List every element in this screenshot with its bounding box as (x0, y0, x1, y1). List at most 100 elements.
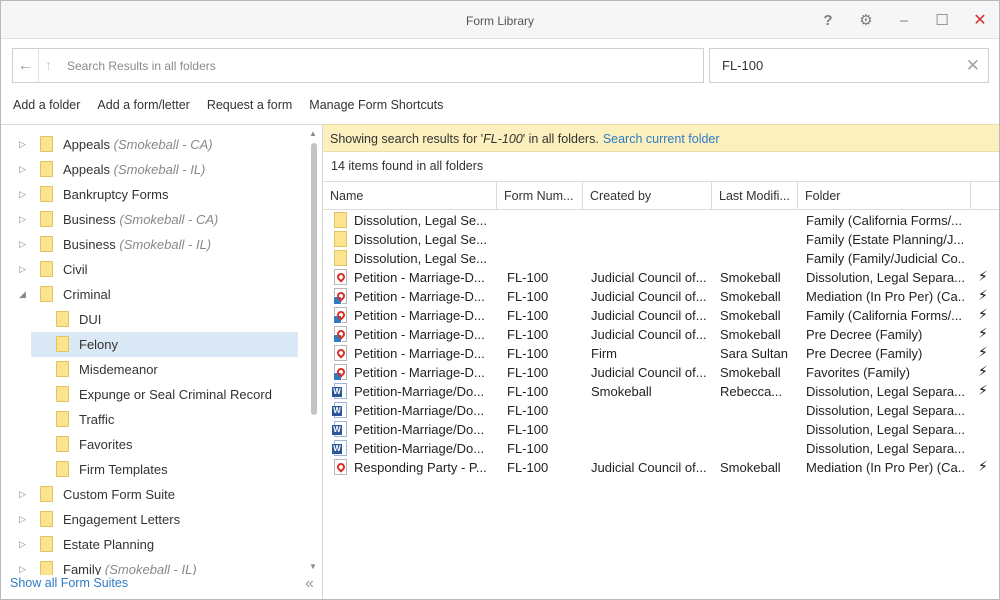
results-grid-header: Name Form Num... Created by Last Modifi.… (323, 181, 999, 210)
tree-scroll-down-icon[interactable]: ▼ (309, 562, 317, 571)
tree-item[interactable]: ▷ Bankruptcy Forms (1, 182, 301, 207)
window-title: Form Library (465, 14, 534, 28)
help-icon[interactable]: ? (815, 7, 841, 33)
column-header-created-by[interactable]: Created by (583, 182, 712, 209)
result-form-number: FL-100 (507, 365, 549, 380)
table-row[interactable]: Petition-Marriage/Do... FL-100 Smokeball Re… (323, 382, 999, 401)
result-name: Petition - Marriage-D... (354, 365, 485, 380)
search-current-folder-link[interactable]: Search current folder (603, 132, 720, 146)
result-name: Petition-Marriage/Do... (354, 384, 485, 399)
tree-item[interactable]: Favorites (1, 432, 301, 457)
expand-arrow-icon[interactable]: ▷ (19, 564, 29, 574)
tree-item-label: DUI (79, 312, 101, 327)
table-row[interactable]: Petition - Marriage-D... FL-100 Judicial C… (323, 306, 999, 325)
column-header-last-modified[interactable]: Last Modifi... (712, 182, 798, 209)
expand-arrow-icon[interactable]: ▷ (19, 539, 29, 549)
close-icon[interactable]: ✕ (967, 7, 993, 33)
maximize-icon[interactable]: ☐ (929, 7, 955, 33)
table-row[interactable]: Petition - Marriage-D... FL-100 Judicial C… (323, 287, 999, 306)
table-row[interactable]: Petition - Marriage-D... FL-100 Judicial C… (323, 268, 999, 287)
pdf-shortcut-icon (333, 364, 347, 381)
tree-item[interactable]: Misdemeanor (1, 357, 301, 382)
show-all-form-suites-link[interactable]: Show all Form Suites (10, 576, 128, 590)
expand-arrow-icon[interactable]: ▷ (19, 189, 29, 199)
folder-icon (40, 186, 53, 202)
lightning-shortcut-icon[interactable]: ⚡ (978, 306, 988, 323)
table-row[interactable]: Dissolution, Legal Se... Family (Estate P… (323, 230, 999, 249)
folder-icon (56, 461, 69, 477)
tree-item[interactable]: Traffic (1, 407, 301, 432)
tree-item[interactable]: ▷ Family (Smokeball - IL) (1, 557, 301, 575)
table-row[interactable]: Petition - Marriage-D... FL-100 Judicial C… (323, 363, 999, 382)
table-row[interactable]: Dissolution, Legal Se... Family (Family/J… (323, 249, 999, 268)
manage-form-shortcuts-button[interactable]: Manage Form Shortcuts (309, 98, 443, 116)
table-row[interactable]: Petition - Marriage-D... FL-100 Judicial C… (323, 325, 999, 344)
result-form-number: FL-100 (507, 270, 549, 285)
tree-item-label: Business (Smokeball - IL) (63, 237, 211, 252)
tree-item[interactable]: ▷ Business (Smokeball - CA) (1, 207, 301, 232)
add-folder-button[interactable]: Add a folder (13, 98, 80, 116)
tree-footer: Show all Form Suites « (1, 574, 322, 599)
expand-arrow-icon[interactable]: ▷ (19, 239, 29, 249)
table-row[interactable]: Petition-Marriage/Do... FL-100 Dissolution… (323, 401, 999, 420)
folder-icon (40, 161, 53, 177)
collapse-arrow-icon[interactable]: ◢ (19, 289, 29, 299)
form-number-search-input[interactable] (720, 49, 960, 82)
tree-item-qualifier: (Smokeball - CA) (119, 212, 219, 227)
tree-scrollbar[interactable] (311, 143, 317, 415)
tree-item[interactable]: ◢ Criminal (1, 282, 301, 307)
table-row[interactable]: Petition-Marriage/Do... FL-100 Dissolution… (323, 420, 999, 439)
collapse-panel-icon[interactable]: « (305, 575, 314, 593)
pdf-icon (334, 459, 347, 475)
expand-arrow-icon[interactable]: ▷ (19, 139, 29, 149)
expand-arrow-icon[interactable]: ▷ (19, 264, 29, 274)
tree-item-label: Criminal (63, 287, 111, 302)
lightning-shortcut-icon[interactable]: ⚡ (978, 458, 988, 475)
folder-search-input[interactable] (63, 49, 693, 82)
add-form-letter-button[interactable]: Add a form/letter (97, 98, 189, 116)
tree-item-label: Felony (79, 337, 118, 352)
request-form-button[interactable]: Request a form (207, 98, 292, 116)
tree-item-name: Civil (63, 262, 88, 277)
tree-item[interactable]: Firm Templates (1, 457, 301, 482)
table-row[interactable]: Dissolution, Legal Se... Family (Californ… (323, 211, 999, 230)
tree-item[interactable]: ▷ Estate Planning (1, 532, 301, 557)
minimize-icon[interactable]: – (891, 7, 917, 33)
result-folder: Pre Decree (Family) (806, 346, 923, 361)
lightning-shortcut-icon[interactable]: ⚡ (978, 363, 988, 380)
table-row[interactable]: Petition - Marriage-D... FL-100 Firm Sara S… (323, 344, 999, 363)
tree-item[interactable]: ▷ Appeals (Smokeball - IL) (1, 157, 301, 182)
column-header-folder[interactable]: Folder (798, 182, 971, 209)
clear-search-icon[interactable]: ✕ (966, 56, 980, 76)
tree-scroll-up-icon[interactable]: ▲ (309, 129, 317, 138)
info-query: FL-100 (483, 132, 523, 146)
tree-item[interactable]: Felony (31, 332, 298, 357)
tree-item[interactable]: DUI (1, 307, 301, 332)
expand-arrow-icon[interactable]: ▷ (19, 489, 29, 499)
lightning-shortcut-icon[interactable]: ⚡ (978, 344, 988, 361)
tree-item[interactable]: ▷ Appeals (Smokeball - CA) (1, 132, 301, 157)
lightning-shortcut-icon[interactable]: ⚡ (978, 325, 988, 342)
up-arrow-icon[interactable]: ↑ (45, 57, 52, 73)
result-form-number: FL-100 (507, 327, 549, 342)
tree-item[interactable]: ▷ Civil (1, 257, 301, 282)
table-row[interactable]: Petition-Marriage/Do... FL-100 Dissolution… (323, 439, 999, 458)
table-row[interactable]: Responding Party - P... FL-100 Judicial Co… (323, 458, 999, 477)
column-header-form-number[interactable]: Form Num... (497, 182, 583, 209)
tree-item[interactable]: Expunge or Seal Criminal Record (1, 382, 301, 407)
pdf-shortcut-icon (333, 307, 347, 324)
tree-item[interactable]: ▷ Custom Form Suite (1, 482, 301, 507)
expand-arrow-icon[interactable]: ▷ (19, 164, 29, 174)
back-arrow-icon[interactable]: ← (13, 49, 39, 82)
result-name: Petition-Marriage/Do... (354, 403, 485, 418)
tree-item[interactable]: ▷ Business (Smokeball - IL) (1, 232, 301, 257)
column-header-name[interactable]: Name (323, 182, 497, 209)
lightning-shortcut-icon[interactable]: ⚡ (978, 268, 988, 285)
settings-gear-icon[interactable]: ⚙ (853, 7, 879, 33)
lightning-shortcut-icon[interactable]: ⚡ (978, 382, 988, 399)
tree-item-name: Business (63, 237, 116, 252)
expand-arrow-icon[interactable]: ▷ (19, 214, 29, 224)
expand-arrow-icon[interactable]: ▷ (19, 514, 29, 524)
tree-item[interactable]: ▷ Engagement Letters (1, 507, 301, 532)
lightning-shortcut-icon[interactable]: ⚡ (978, 287, 988, 304)
